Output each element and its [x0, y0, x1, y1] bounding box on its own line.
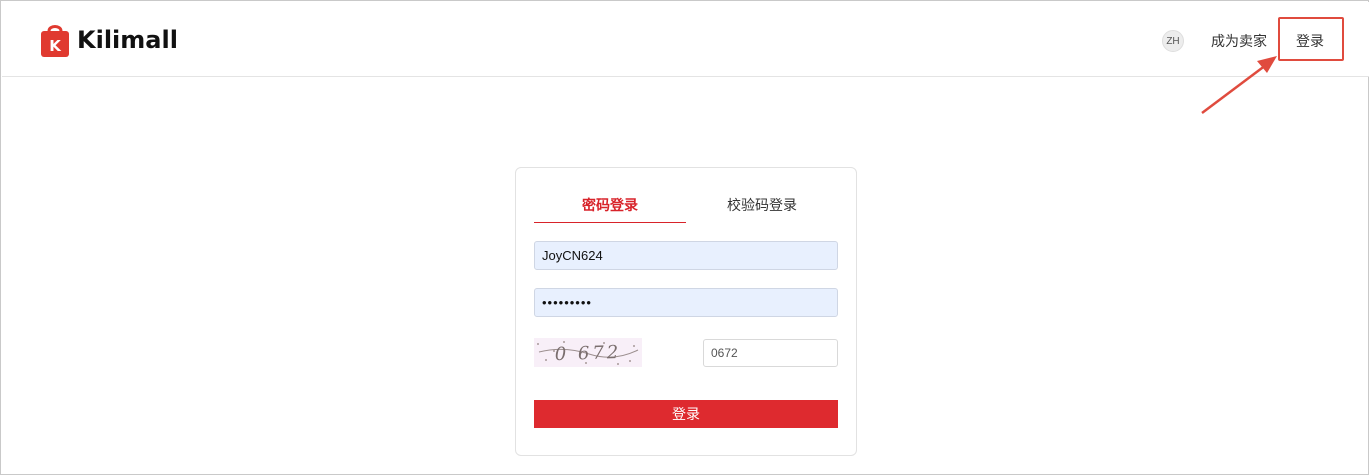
- kilimall-logo[interactable]: K Kilimall: [39, 22, 178, 58]
- captcha-image[interactable]: 0 672: [534, 338, 642, 367]
- captcha-text: 0 672: [554, 342, 621, 365]
- captcha-graphic: 0 672: [534, 338, 642, 367]
- login-submit-button[interactable]: 登录: [534, 400, 838, 428]
- annotation-highlight-box: [1278, 17, 1344, 61]
- tab-password-login[interactable]: 密码登录: [534, 195, 686, 223]
- become-seller-link[interactable]: 成为卖家: [1211, 31, 1267, 51]
- shopping-bag-icon: K: [41, 25, 69, 57]
- brand-name: Kilimall: [77, 26, 178, 54]
- top-header: K Kilimall ZH 成为卖家 登录: [2, 2, 1369, 77]
- page-frame: K Kilimall ZH 成为卖家 登录 密码登录 校验码登录 JoyCN62…: [0, 0, 1369, 475]
- captcha-input[interactable]: 0672: [703, 339, 838, 367]
- logo-letter: K: [49, 37, 62, 55]
- password-input[interactable]: •••••••••: [534, 288, 838, 317]
- login-card: 密码登录 校验码登录 JoyCN624 ••••••••• 0 672 0672…: [515, 167, 857, 456]
- tab-code-login[interactable]: 校验码登录: [686, 195, 838, 223]
- language-switch[interactable]: ZH: [1162, 30, 1184, 52]
- username-input[interactable]: JoyCN624: [534, 241, 838, 270]
